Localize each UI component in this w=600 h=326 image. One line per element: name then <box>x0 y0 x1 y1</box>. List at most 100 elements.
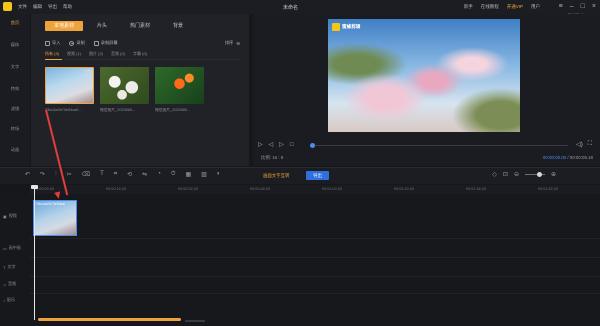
crop-icon[interactable]: ⌗ <box>114 171 117 178</box>
pip-text-button[interactable]: 画面文字互转 <box>263 173 289 179</box>
app-logo <box>3 2 12 11</box>
rail-item-text[interactable]: 文字 <box>0 64 30 70</box>
timeline-scrollbar[interactable] <box>38 318 181 321</box>
playhead[interactable] <box>34 186 35 320</box>
track-text[interactable]: T 文字 <box>0 264 30 270</box>
menu-export[interactable]: 导出 <box>48 4 57 10</box>
media-filters: 所有 (3) 视频 (1) 图片 (2) 音频 (0) 字幕 (0) <box>45 51 147 57</box>
export-button[interactable]: 导出 <box>306 171 329 180</box>
minimize-icon[interactable]: – <box>570 2 574 11</box>
ruler-tick: 00:01:20.00 <box>394 187 415 191</box>
filter-image[interactable]: 图片 (2) <box>89 51 103 57</box>
stop-icon[interactable]: □ <box>290 142 294 148</box>
timeline-scrollbar-track[interactable] <box>185 320 205 322</box>
menu-icon[interactable]: ≡ <box>559 2 563 11</box>
media-panel: 本地素材 片头 热门素材 背景 导入 录制 录制屏幕 排序 ☰ 所有 (3) 视频… <box>31 14 249 166</box>
rail-item-transitions[interactable]: 转场 <box>0 126 30 132</box>
watermark: 蜜蜂剪辑 <box>332 23 360 31</box>
sort-button[interactable]: 排序 ☰ <box>225 40 240 46</box>
filter-subtitle[interactable]: 字幕 (0) <box>133 51 147 57</box>
shield-icon[interactable]: ◇ <box>492 171 497 178</box>
media-thumbnail-label: 微信图片_2023060... <box>155 108 191 112</box>
rotate-icon[interactable]: ⟲ <box>127 171 132 178</box>
image-icon[interactable]: ▨ <box>201 171 207 178</box>
newbie-link[interactable]: 新手 <box>464 4 473 10</box>
menu-bar: 文件 编辑 导出 帮助 <box>18 4 72 10</box>
time-total: / 00:00:05.18 <box>567 155 593 160</box>
media-thumbnail[interactable] <box>100 67 149 104</box>
duration-icon[interactable]: ⏱ <box>171 171 176 178</box>
media-thumbnail[interactable] <box>45 67 94 104</box>
track-divider <box>30 257 600 258</box>
fill-icon[interactable]: ◐ <box>217 171 221 178</box>
vip-link[interactable]: 开通VIP <box>507 4 523 10</box>
tab-intro[interactable]: 片头 <box>83 21 121 31</box>
rail-item-filters[interactable]: 滤镜 <box>0 106 30 112</box>
track-label: 画中画 <box>8 245 21 250</box>
play-icon[interactable]: ▷ <box>258 141 263 148</box>
filter-video[interactable]: 视频 (1) <box>67 51 81 57</box>
fit-icon[interactable]: ⊡ <box>503 171 508 178</box>
mosaic-icon[interactable]: ▦ <box>186 171 192 178</box>
tab-background[interactable]: 背景 <box>159 21 197 31</box>
import-button[interactable]: 导入 <box>45 40 60 46</box>
zoom-slider[interactable] <box>524 172 545 177</box>
text-icon[interactable]: T <box>100 171 104 178</box>
next-frame-icon[interactable]: ▷ <box>279 141 284 148</box>
split-icon[interactable]: ⫶ <box>55 171 57 178</box>
checkbox-icon[interactable] <box>85 70 91 76</box>
video-track-icon: ▣ <box>3 213 7 219</box>
track-divider <box>30 293 600 294</box>
track-pip[interactable]: ▭ 画中画 <box>0 245 30 251</box>
rail-item-animation[interactable]: 动画 <box>0 147 30 153</box>
video-clip[interactable]: 73bc3a2b73e54ca <box>33 200 77 236</box>
cut-icon[interactable]: ✂ <box>67 171 72 178</box>
menu-file[interactable]: 文件 <box>18 4 27 10</box>
timecode: 00:00:00.00 / 00:00:05.18 <box>543 155 593 160</box>
rail-item-effects[interactable]: 特效 <box>0 86 30 92</box>
track-label: 音频 <box>8 281 16 286</box>
volume-icon[interactable]: ◁) <box>576 141 583 148</box>
pip-track-icon: ▭ <box>3 245 7 251</box>
media-thumbnail[interactable] <box>155 67 204 104</box>
fullscreen-icon[interactable]: ⛶ <box>588 141 592 148</box>
maximize-icon[interactable]: □ <box>581 2 585 11</box>
import-icon <box>45 40 50 46</box>
track-video[interactable]: ▣ 视频 <box>0 213 30 219</box>
record-button[interactable]: 录制 <box>69 40 85 46</box>
filter-audio[interactable]: 音频 (0) <box>111 51 125 57</box>
screen-record-button[interactable]: 录制屏幕 <box>93 40 118 46</box>
track-divider <box>30 276 600 277</box>
tutorial-link[interactable]: 在线教程 <box>481 4 499 10</box>
speed-icon[interactable]: ◔ <box>157 171 161 178</box>
close-icon[interactable]: × <box>592 2 596 11</box>
progress-track[interactable] <box>314 145 568 146</box>
tab-popular[interactable]: 热门素材 <box>121 21 159 31</box>
delete-icon[interactable]: ⌫ <box>82 171 90 178</box>
menu-help[interactable]: 帮助 <box>63 4 72 10</box>
filter-all[interactable]: 所有 (3) <box>45 51 59 57</box>
progress-handle[interactable] <box>310 143 315 148</box>
screen-record-icon <box>93 40 99 46</box>
menu-edit[interactable]: 编辑 <box>33 4 42 10</box>
ruler-tick: 00:01:36.00 <box>466 187 487 191</box>
track-audio[interactable]: ♫ 音频 <box>0 281 30 287</box>
rail-item-media[interactable]: 媒体 <box>0 42 30 48</box>
zoom-slider-handle[interactable] <box>536 172 542 177</box>
aspect-ratio[interactable]: 比例: 16 : 9 <box>261 155 283 161</box>
media-thumbnail-label: 微信图片_2023060... <box>100 108 136 112</box>
preview-right-controls: ◁) ⛶ <box>576 141 592 148</box>
zoom-in-icon[interactable]: ⊕ <box>551 171 556 178</box>
user-link[interactable]: 用户 <box>531 4 540 10</box>
undo-icon[interactable]: ↶ <box>25 171 30 178</box>
redo-icon[interactable]: ↷ <box>40 171 45 178</box>
tab-local-media[interactable]: 本地素材 <box>45 21 83 31</box>
left-rail: 首页 媒体 文字 特效 滤镜 转场 动画 <box>0 14 30 166</box>
ruler-tick: 00:00:32.00 <box>178 187 199 191</box>
mirror-icon[interactable]: ⇋ <box>142 171 147 178</box>
rail-item-home[interactable]: 首页 <box>0 20 30 26</box>
prev-frame-icon[interactable]: ◁ <box>269 141 274 148</box>
zoom-out-icon[interactable]: ⊖ <box>514 171 519 178</box>
mic-icon: ♪ <box>3 297 5 303</box>
track-bgm[interactable]: ♪ 配乐 <box>0 297 30 303</box>
